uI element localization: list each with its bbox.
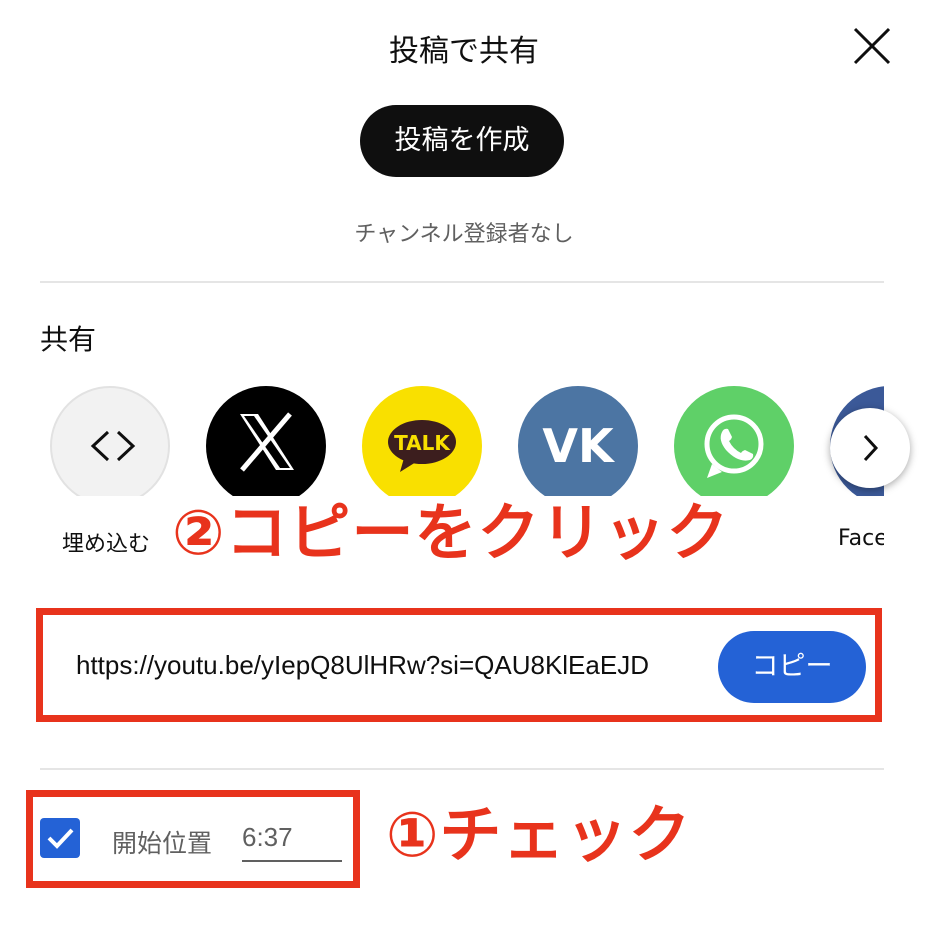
embed-label: 埋め込む xyxy=(62,532,151,557)
close-button[interactable] xyxy=(846,20,898,72)
annotation-step-2: ②コピーをクリック xyxy=(172,496,730,569)
annotation-step-1: ①チェック xyxy=(386,798,692,871)
dialog-title: 投稿で共有 xyxy=(389,34,539,69)
checkmark-icon xyxy=(47,828,74,849)
share-row: TALK VK xyxy=(0,386,884,496)
whatsapp-icon xyxy=(704,414,764,478)
share-embed-button[interactable] xyxy=(50,386,170,496)
share-scroll-next-button[interactable] xyxy=(830,408,910,488)
vk-logo-text: VK xyxy=(542,419,616,473)
vk-icon: VK xyxy=(542,419,616,473)
kakaotalk-logo-text: TALK xyxy=(394,431,451,455)
create-post-button[interactable]: 投稿を作成 xyxy=(360,105,564,177)
subscriber-count-text: チャンネル登録者なし xyxy=(354,222,574,247)
divider xyxy=(40,281,884,283)
start-time-input[interactable]: 6:37 xyxy=(242,822,342,862)
share-url-field[interactable]: https://youtu.be/yIepQ8UlHRw?si=QAU8KlEa… xyxy=(76,650,702,681)
embed-icon xyxy=(90,430,136,462)
chevron-right-icon xyxy=(863,434,879,462)
share-kakaotalk-button[interactable]: TALK xyxy=(362,386,482,496)
start-position-checkbox[interactable] xyxy=(40,818,80,858)
x-logo-icon xyxy=(240,412,294,472)
divider xyxy=(40,768,884,770)
share-vk-button[interactable]: VK xyxy=(518,386,638,496)
share-heading: 共有 xyxy=(40,323,97,356)
copy-button[interactable]: コピー xyxy=(718,631,866,703)
kakaotalk-icon: TALK xyxy=(388,420,456,472)
share-x-button[interactable] xyxy=(206,386,326,496)
close-icon xyxy=(853,27,891,65)
facebook-label: Face xyxy=(838,526,884,551)
share-whatsapp-button[interactable] xyxy=(674,386,794,496)
start-position-label: 開始位置 xyxy=(112,829,213,858)
